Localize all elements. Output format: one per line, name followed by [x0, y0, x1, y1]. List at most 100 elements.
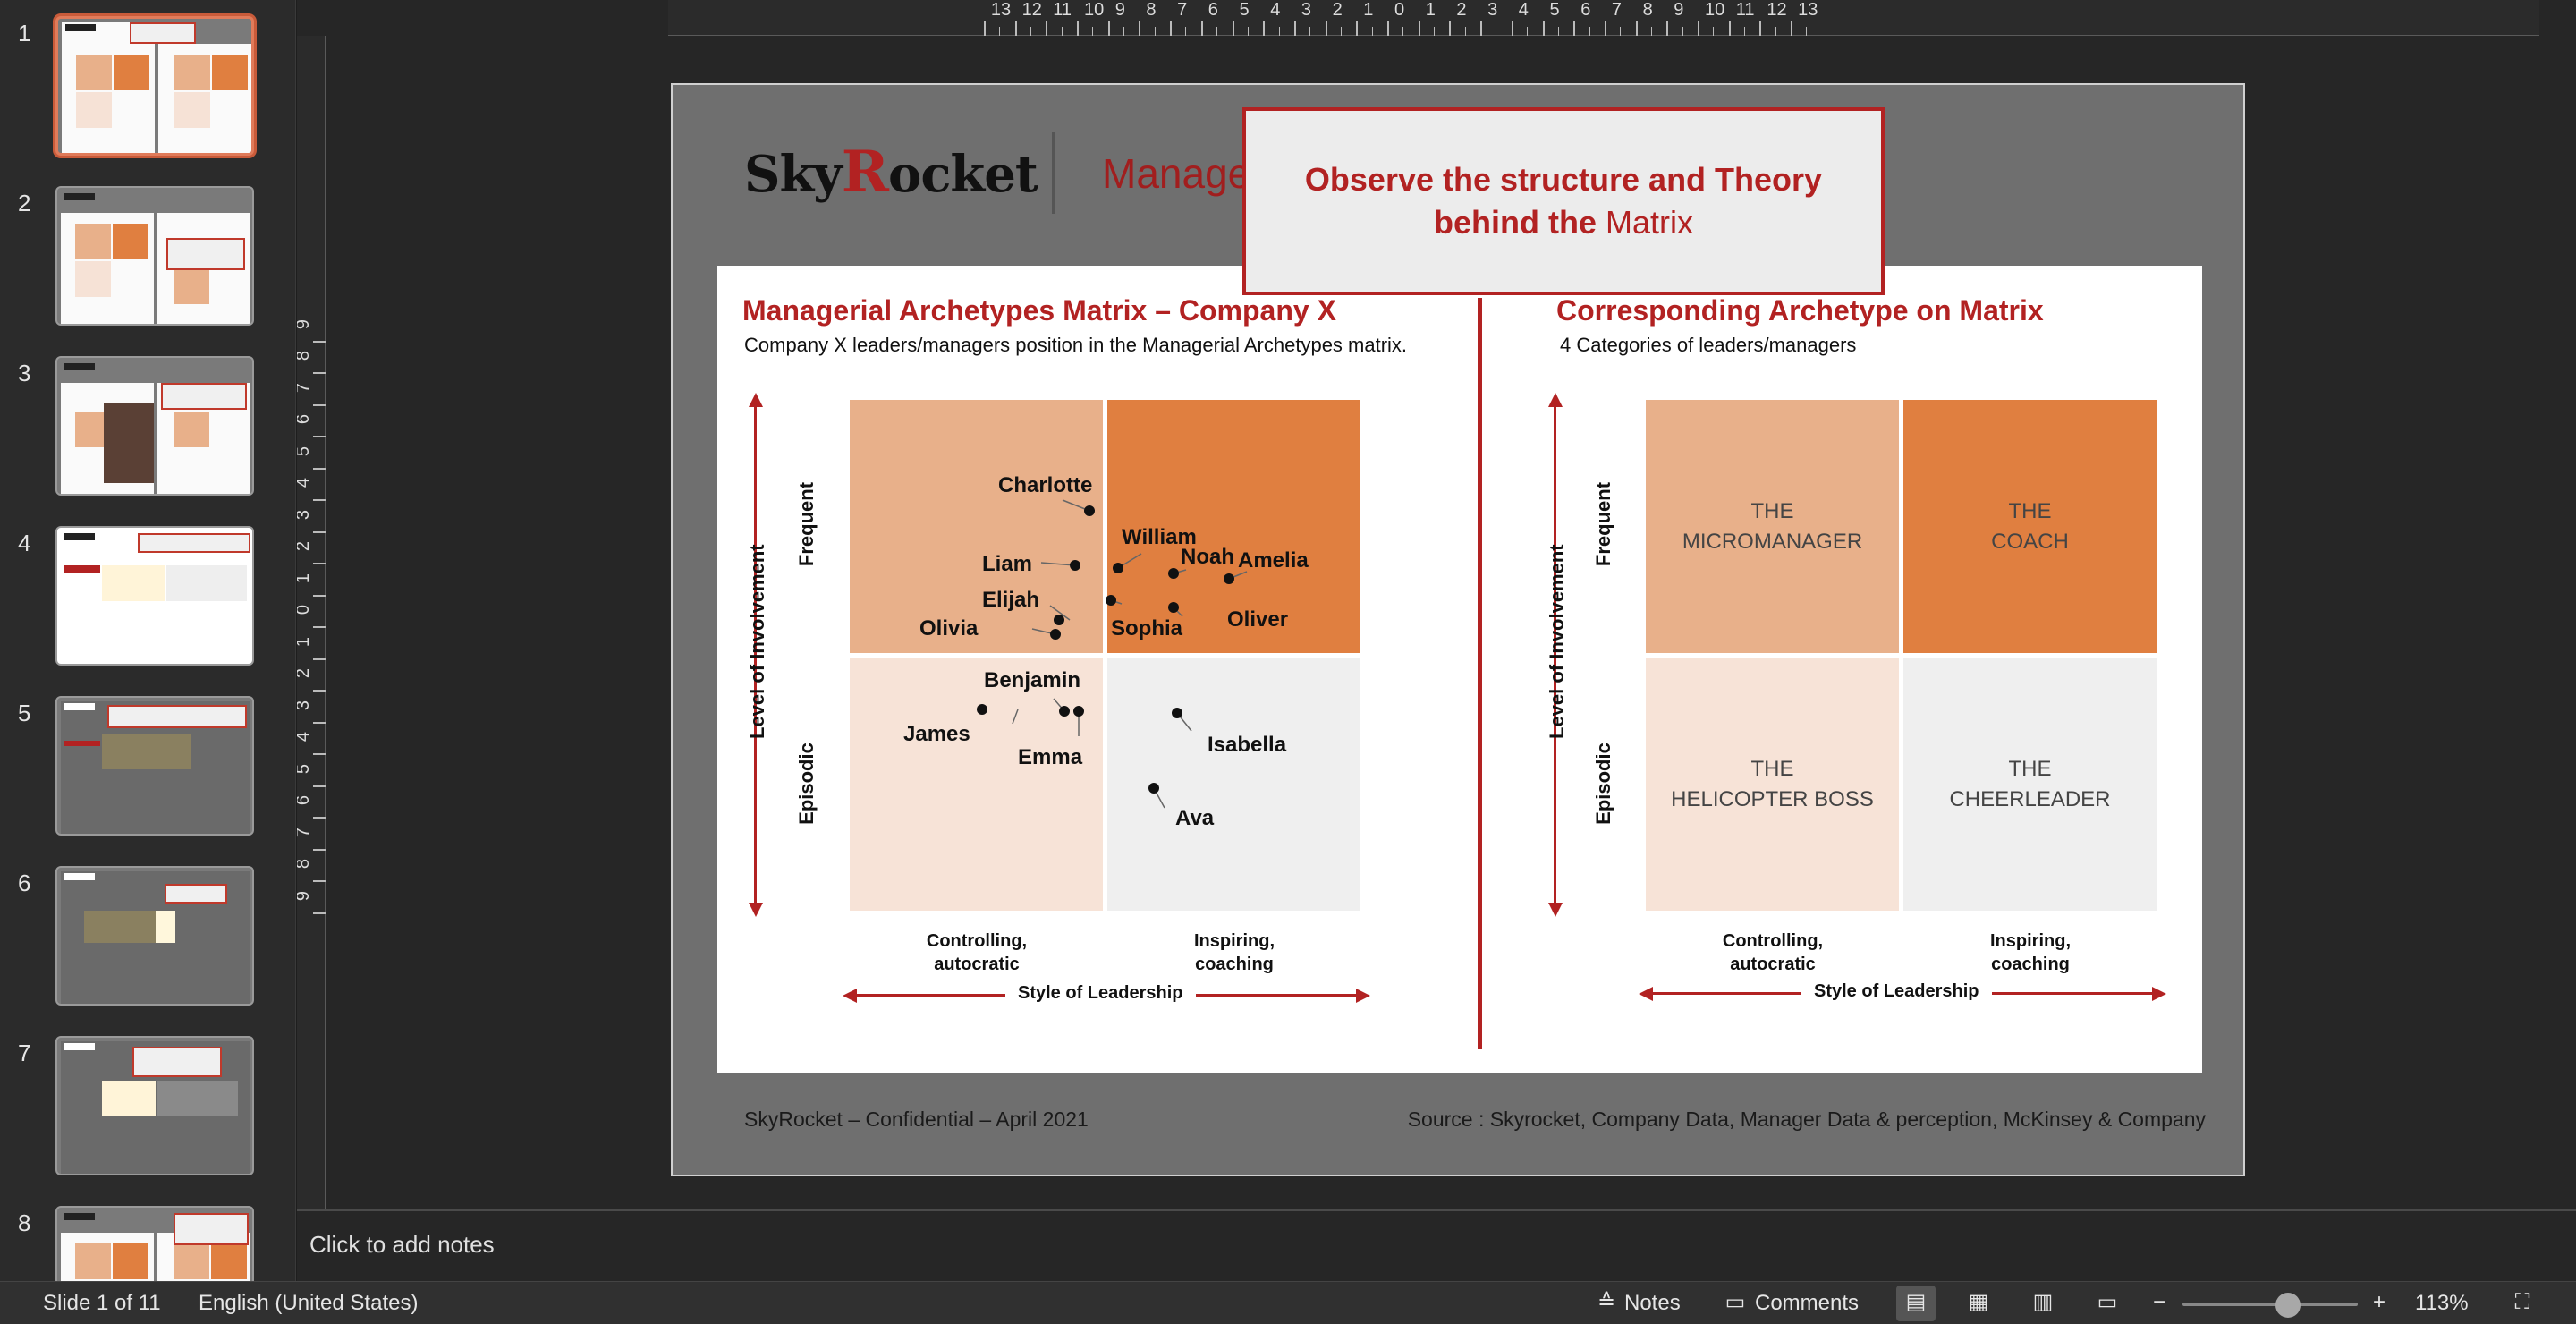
slide-thumbnail-row[interactable]: 6 [0, 850, 295, 1020]
ruler-tick [1511, 21, 1513, 36]
ruler-tick [999, 27, 1001, 36]
ruler-tick [1573, 21, 1576, 36]
ruler-label: 1 [1363, 0, 1374, 20]
ruler-tick [1170, 21, 1173, 36]
ruler-label: 2 [297, 668, 314, 678]
person-label[interactable]: Olivia [919, 616, 978, 641]
slide-thumbnail[interactable] [55, 1036, 254, 1175]
slide-thumbnail[interactable] [55, 356, 254, 496]
ruler-tick [313, 785, 326, 787]
zoom-slider-handle[interactable] [2275, 1293, 2301, 1318]
ruler-label: 3 [1301, 0, 1312, 20]
slide-thumbnail-row[interactable]: 5 [0, 680, 295, 850]
ruler-tick [1154, 27, 1156, 36]
slide-editing-canvas[interactable]: 13121110987654321012345678910111213 9876… [297, 0, 2576, 1209]
logo-separator [1052, 132, 1055, 214]
ruler-tick [1139, 21, 1141, 36]
notes-placeholder[interactable]: Click to add notes [309, 1231, 495, 1259]
ruler-tick [1557, 27, 1559, 36]
ruler-label: 4 [1270, 0, 1281, 20]
notes-button[interactable]: Notes [1624, 1291, 1681, 1316]
person-dot[interactable] [1168, 568, 1179, 579]
slide-thumbnail[interactable] [55, 866, 254, 1006]
person-label[interactable]: Isabella [1208, 733, 1286, 758]
person-label[interactable]: Charlotte [998, 473, 1092, 498]
person-dot[interactable] [1059, 706, 1070, 717]
person-label[interactable]: Noah [1181, 545, 1234, 570]
zoom-level[interactable]: 113% [2415, 1291, 2469, 1316]
reading-view-icon[interactable]: ▥ [2030, 1291, 2055, 1314]
slide-thumbnail-row[interactable]: 1 [0, 0, 295, 170]
ruler-label: 1 [1425, 0, 1436, 20]
instruction-callout[interactable]: Observe the structure and Theory behind … [1242, 107, 1885, 295]
person-dot[interactable] [1070, 560, 1080, 571]
person-label[interactable]: Elijah [982, 588, 1039, 613]
slide-thumbnail[interactable] [55, 696, 254, 836]
person-dot[interactable] [977, 704, 987, 715]
comments-button[interactable]: Comments [1755, 1291, 1859, 1316]
person-dot[interactable] [1084, 505, 1095, 516]
slide-thumbnail-row[interactable]: 7 [0, 1020, 295, 1190]
ruler-label: 8 [297, 351, 314, 361]
slide-thumbnail-row[interactable]: 4 [0, 510, 295, 680]
person-dot[interactable] [1224, 573, 1234, 584]
zoom-in-icon[interactable]: + [2367, 1291, 2392, 1314]
slide-thumbnail[interactable] [55, 16, 254, 156]
person-dot[interactable] [1168, 602, 1179, 613]
slide-thumbnail-row[interactable]: 2 [0, 170, 295, 340]
fit-to-window-icon[interactable]: ⛶ [2510, 1291, 2535, 1314]
person-label[interactable]: Oliver [1227, 607, 1288, 632]
ruler-tick [1325, 21, 1327, 36]
slide-thumbnail[interactable] [55, 526, 254, 666]
slide-thumbnail-row[interactable]: 3 [0, 340, 295, 510]
slide-number: 1 [18, 20, 31, 47]
slideshow-icon[interactable]: ▭ [2095, 1291, 2120, 1314]
person-dot[interactable] [1054, 615, 1064, 625]
ruler-label: 1 [297, 636, 314, 646]
slide-thumbnail-pane: 1 2 3 4 5 6 7 8 [0, 0, 296, 1281]
slide-footer-left[interactable]: SkyRocket – Confidential – April 2021 [744, 1108, 1089, 1132]
zoom-slider[interactable] [2182, 1303, 2358, 1306]
ruler-tick [313, 499, 326, 501]
person-label[interactable]: Sophia [1111, 616, 1182, 641]
person-dot[interactable] [1050, 629, 1061, 640]
ruler-tick [1123, 27, 1125, 36]
ruler-label: 3 [1487, 0, 1498, 20]
horizontal-ruler[interactable]: 13 12 11 10 9 8 7 6 5 4 3 2 1 0 1 2 3 4 5 6 7 8 9 10 11 12 13 [668, 0, 2539, 36]
ruler-tick [1713, 27, 1715, 36]
slide-thumbnail[interactable] [55, 186, 254, 326]
vertical-ruler[interactable]: 9 8 7 6 5 4 3 2 1 0 1 2 3 4 5 6 7 8 9 [297, 36, 326, 1209]
ruler-tick [1744, 27, 1746, 36]
ruler-label: 0 [297, 605, 314, 615]
person-dot[interactable] [1148, 783, 1159, 794]
notes-pane[interactable]: Click to add notes [297, 1209, 2576, 1281]
slide-footer-right[interactable]: Source : Skyrocket, Company Data, Manage… [1408, 1108, 2206, 1132]
person-label[interactable]: Ava [1175, 806, 1214, 831]
person-dot[interactable] [1172, 708, 1182, 718]
notes-icon[interactable]: ≙ [1594, 1291, 1619, 1314]
person-dot[interactable] [1073, 706, 1084, 717]
person-dot[interactable] [1106, 595, 1116, 606]
slide-number: 2 [18, 190, 31, 216]
slide[interactable]: SkyRocket Managerial Archetypes Matrix T… [671, 83, 2245, 1176]
slide-thumbnail-row[interactable]: 8 [0, 1190, 295, 1281]
zoom-out-icon[interactable]: − [2147, 1291, 2172, 1314]
ruler-label: 4 [297, 732, 314, 742]
ruler-tick [1340, 27, 1342, 36]
language-indicator[interactable]: English (United States) [199, 1291, 418, 1316]
person-label[interactable]: Benjamin [984, 668, 1080, 693]
ruler-label: 11 [1053, 0, 1072, 20]
ruler-label: 7 [297, 382, 314, 392]
person-label[interactable]: Liam [982, 552, 1032, 577]
person-dot[interactable] [1113, 563, 1123, 573]
ruler-label: 1 [297, 573, 314, 582]
slide-thumbnail[interactable] [55, 1206, 254, 1281]
person-label[interactable]: James [903, 722, 970, 747]
slide-sorter-icon[interactable]: ▦ [1966, 1291, 1991, 1314]
status-bar: Slide 1 of 11 English (United States) ≙ … [0, 1281, 2576, 1324]
ruler-tick [1371, 27, 1373, 36]
person-label[interactable]: Emma [1018, 745, 1082, 770]
person-label[interactable]: Amelia [1238, 548, 1309, 573]
normal-view-icon[interactable]: ▤ [1903, 1291, 1928, 1314]
comments-icon[interactable]: ▭ [1723, 1291, 1748, 1314]
